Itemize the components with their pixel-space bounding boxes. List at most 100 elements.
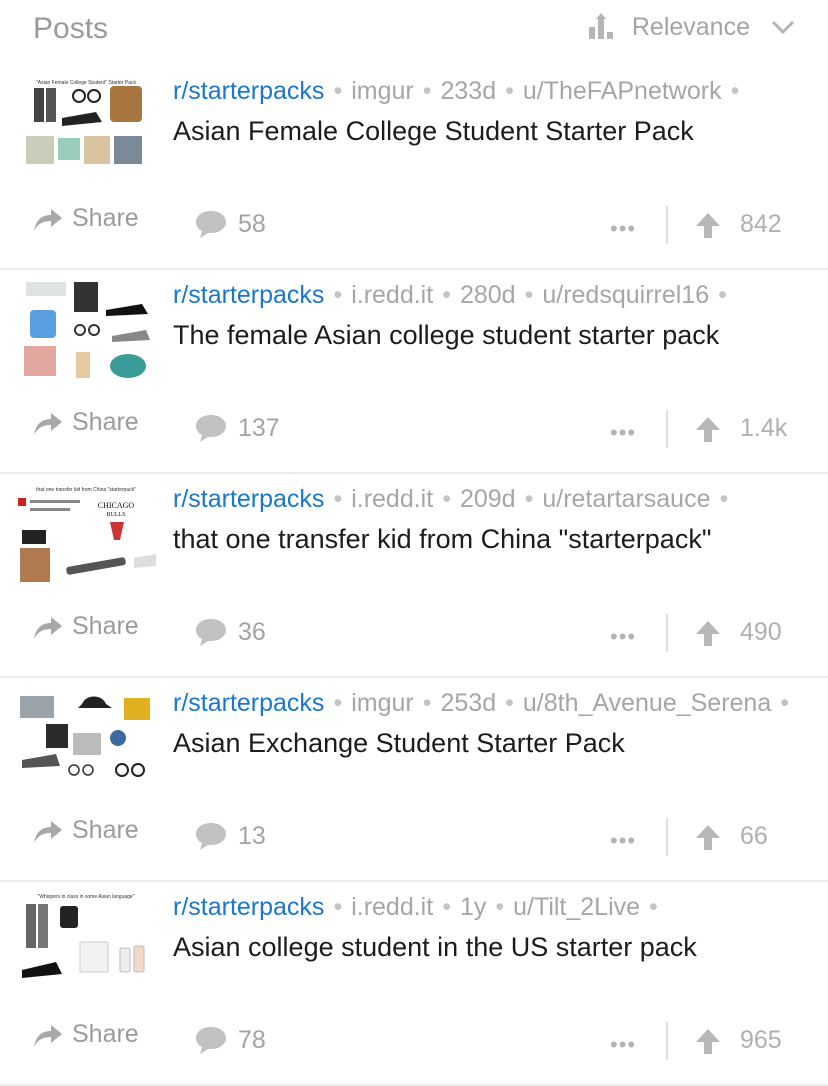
- comment-count: 78: [238, 1025, 266, 1054]
- share-arrow-icon: [34, 412, 62, 435]
- separator-dot: •: [524, 281, 534, 309]
- separator-dot: •: [730, 77, 740, 105]
- post-card[interactable]: r/starterpacks • i.redd.it • 280d • u/redsquir…: [0, 268, 828, 474]
- author-link[interactable]: u/Tilt_2Live: [513, 893, 640, 921]
- post-meta: r/starterpacks • imgur • 253d • u/8th_Avenue_S…: [173, 689, 813, 718]
- separator-dot: •: [442, 893, 451, 921]
- comments-button[interactable]: 137: [194, 412, 280, 444]
- post-title[interactable]: Asian Exchange Student Starter Pack: [173, 728, 625, 759]
- upvote-button[interactable]: 965: [694, 1026, 782, 1055]
- more-options-button[interactable]: •••: [610, 828, 636, 854]
- share-button[interactable]: Share: [32, 1020, 139, 1049]
- vote-count: 842: [740, 210, 782, 238]
- author-link[interactable]: u/retartarsauce: [542, 485, 710, 513]
- post-domain[interactable]: imgur: [351, 689, 414, 717]
- chevron-down-icon: [771, 20, 795, 35]
- post-age: 280d: [459, 281, 516, 309]
- post-title[interactable]: Asian college student in the US starter …: [173, 932, 697, 963]
- share-label: Share: [72, 408, 139, 436]
- upvote-arrow-icon: [696, 1028, 720, 1054]
- comments-button[interactable]: 78: [194, 1024, 266, 1056]
- separator-dot: •: [495, 893, 505, 921]
- post-actions: Share 36 ••• 490: [0, 598, 828, 658]
- comments-button[interactable]: 13: [194, 820, 266, 852]
- separator-dot: •: [505, 77, 514, 105]
- post-title[interactable]: Asian Female College Student Starter Pac…: [173, 116, 694, 147]
- comment-count: 13: [238, 821, 266, 850]
- upvote-button[interactable]: 66: [694, 822, 768, 851]
- post-meta: r/starterpacks • i.redd.it • 1y • u/Tilt_2Live…: [173, 893, 813, 922]
- comments-button[interactable]: 58: [194, 208, 266, 240]
- comments-button[interactable]: 36: [194, 616, 266, 648]
- post-thumbnail[interactable]: [16, 280, 156, 386]
- more-options-button[interactable]: •••: [610, 216, 636, 242]
- post-domain[interactable]: i.redd.it: [351, 485, 433, 513]
- thumb-caption-text: "Whispers in class in some Asian languag…: [38, 894, 135, 900]
- post-thumbnail[interactable]: "Asian Female College Student" Starter P…: [16, 76, 156, 182]
- post-title[interactable]: The female Asian college student starter…: [173, 320, 719, 351]
- comment-bubble-icon: [196, 619, 226, 646]
- upvote-button[interactable]: 1.4k: [694, 414, 787, 443]
- action-divider: [666, 206, 668, 244]
- post-card[interactable]: "Whispers in class in some Asian languag…: [0, 880, 828, 1086]
- separator-dot: •: [422, 689, 432, 717]
- post-age: 209d: [459, 485, 516, 513]
- subreddit-link[interactable]: r/starterpacks: [173, 281, 324, 309]
- post-title[interactable]: that one transfer kid from China "starte…: [173, 524, 711, 555]
- author-link[interactable]: u/8th_Avenue_Serena: [523, 689, 771, 717]
- separator-dot: •: [649, 893, 658, 921]
- author-link[interactable]: u/TheFAPnetwork: [523, 77, 722, 105]
- separator-dot: •: [780, 689, 790, 717]
- action-divider: [666, 818, 668, 856]
- post-meta: r/starterpacks • i.redd.it • 209d • u/retartar…: [173, 485, 813, 514]
- author-link[interactable]: u/redsquirrel16: [542, 281, 709, 309]
- sort-dropdown[interactable]: Relevance: [586, 12, 796, 42]
- upvote-button[interactable]: 490: [694, 618, 782, 647]
- separator-dot: •: [333, 689, 343, 717]
- share-button[interactable]: Share: [32, 816, 139, 845]
- post-actions: Share 137 ••• 1.4k: [0, 394, 828, 454]
- post-domain[interactable]: i.redd.it: [351, 893, 433, 921]
- thumb-caption-text: that one transfer kid from China "starte…: [36, 487, 136, 493]
- share-button[interactable]: Share: [32, 204, 139, 233]
- upvote-arrow-icon: [696, 212, 720, 238]
- share-arrow-icon: [34, 208, 62, 231]
- separator-dot: •: [505, 689, 514, 717]
- more-options-button[interactable]: •••: [610, 420, 636, 446]
- post-thumbnail[interactable]: that one transfer kid from China "starte…: [16, 484, 156, 590]
- separator-dot: •: [718, 281, 727, 309]
- upvote-button[interactable]: 842: [694, 210, 782, 239]
- comment-count: 137: [238, 413, 280, 442]
- share-label: Share: [72, 1020, 139, 1048]
- post-card[interactable]: r/starterpacks • imgur • 253d • u/8th_Avenue_S…: [0, 676, 828, 882]
- post-card[interactable]: that one transfer kid from China "starte…: [0, 472, 828, 678]
- post-domain[interactable]: imgur: [351, 77, 414, 105]
- separator-dot: •: [422, 77, 432, 105]
- post-domain[interactable]: i.redd.it: [351, 281, 433, 309]
- post-actions: Share 78 ••• 965: [0, 1006, 828, 1066]
- share-label: Share: [72, 612, 139, 640]
- separator-dot: •: [719, 485, 729, 513]
- post-thumbnail[interactable]: "Whispers in class in some Asian languag…: [16, 892, 156, 998]
- subreddit-link[interactable]: r/starterpacks: [173, 893, 324, 921]
- more-options-button[interactable]: •••: [610, 624, 636, 650]
- subreddit-link[interactable]: r/starterpacks: [173, 485, 324, 513]
- share-arrow-icon: [34, 616, 62, 639]
- post-meta: r/starterpacks • i.redd.it • 280d • u/redsquir…: [173, 281, 813, 310]
- action-divider: [666, 410, 668, 448]
- more-options-button[interactable]: •••: [610, 1032, 636, 1058]
- vote-count: 965: [740, 1026, 782, 1054]
- share-button[interactable]: Share: [32, 612, 139, 641]
- upvote-arrow-icon: [696, 824, 720, 850]
- share-button[interactable]: Share: [32, 408, 139, 437]
- post-thumbnail[interactable]: [16, 688, 156, 794]
- separator-dot: •: [524, 485, 534, 513]
- comment-bubble-icon: [196, 823, 226, 850]
- comment-count: 36: [238, 617, 266, 646]
- separator-dot: •: [333, 281, 343, 309]
- upvote-arrow-icon: [696, 416, 720, 442]
- post-card[interactable]: "Asian Female College Student" Starter P…: [0, 64, 828, 270]
- subreddit-link[interactable]: r/starterpacks: [173, 77, 324, 105]
- subreddit-link[interactable]: r/starterpacks: [173, 689, 324, 717]
- thumb-caption-text: "Asian Female College Student" Starter P…: [36, 80, 136, 86]
